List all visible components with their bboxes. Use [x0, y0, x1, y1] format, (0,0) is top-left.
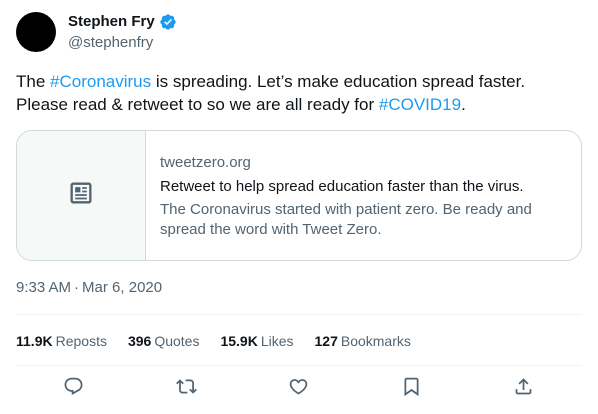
avatar[interactable] [16, 12, 56, 52]
stat-label: Likes [260, 333, 294, 349]
tweet-text-segment: Please read & retweet to so we are all r… [16, 95, 379, 114]
hashtag-link[interactable]: #COVID19 [379, 95, 461, 114]
timestamp-time: 9:33 AM [16, 279, 72, 296]
tweet-text-segment: The [16, 72, 51, 91]
bookmark-icon [401, 376, 422, 402]
stat-count: 15.9K [220, 333, 258, 349]
engagement-stats: 11.9K Reposts 396 Quotes 15.9K Likes 127 Boo… [16, 331, 411, 351]
stat-bookmarks[interactable]: 127 Bookmarks [315, 331, 411, 351]
timestamp-date: Mar 6, 2020 [82, 279, 163, 296]
reply-icon [63, 376, 84, 402]
divider [16, 314, 582, 315]
author-name-row: Stephen Fry [68, 12, 177, 32]
card-domain: tweetzero.org [160, 154, 251, 171]
card-thumbnail [17, 131, 146, 260]
tweet-text-segment: is spreading. Let’s make education sprea… [151, 72, 526, 91]
divider [16, 365, 582, 366]
author-handle[interactable]: @stephenfry [68, 33, 153, 53]
share-icon [513, 376, 534, 402]
stat-count: 127 [314, 333, 338, 349]
tweet-text: The #Coronavirus is spreading. Let’s mak… [16, 70, 582, 116]
article-icon [67, 179, 95, 212]
tweet-text-line: The #Coronavirus is spreading. Let’s mak… [16, 70, 582, 93]
tweet-text-segment: . [461, 95, 466, 114]
like-icon [288, 376, 309, 402]
hashtag-link[interactable]: #Coronavirus [50, 72, 151, 91]
link-preview-card[interactable]: tweetzero.org Retweet to help spread edu… [16, 130, 582, 261]
share-button[interactable] [508, 374, 538, 404]
bookmark-button[interactable] [396, 374, 426, 404]
card-body: tweetzero.org Retweet to help spread edu… [146, 131, 576, 260]
stat-quotes[interactable]: 396 Quotes [128, 331, 200, 351]
retweet-icon [175, 376, 197, 402]
tweet-timestamp[interactable]: 9:33 AM · Mar 6, 2020 [16, 278, 162, 298]
stat-label: Bookmarks [340, 333, 411, 349]
card-title: Retweet to help spread education faster … [160, 178, 524, 195]
action-bar [0, 374, 598, 404]
reply-button[interactable] [58, 374, 88, 404]
card-description: The Coronavirus started with patient zer… [160, 201, 532, 238]
stat-count: 11.9K [16, 333, 53, 349]
tweet-text-line: Please read & retweet to so we are all r… [16, 93, 582, 116]
stat-count: 396 [127, 333, 152, 349]
tweet: Stephen Fry @stephenfry The #Coronavirus… [0, 0, 598, 414]
timestamp-separator: · [74, 279, 80, 296]
like-button[interactable] [283, 374, 313, 404]
stat-reposts[interactable]: 11.9K Reposts [16, 331, 107, 351]
stat-label: Quotes [154, 333, 200, 349]
stat-likes[interactable]: 15.9K Likes [220, 331, 293, 351]
retweet-button[interactable] [171, 374, 201, 404]
stat-label: Reposts [55, 333, 107, 349]
author-display-name[interactable]: Stephen Fry [68, 12, 155, 32]
verified-badge-icon[interactable] [159, 13, 177, 31]
